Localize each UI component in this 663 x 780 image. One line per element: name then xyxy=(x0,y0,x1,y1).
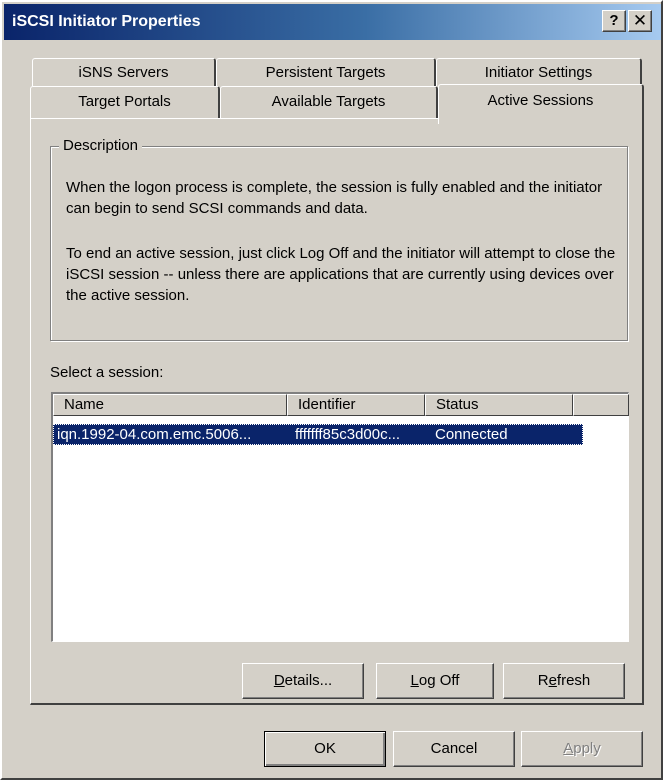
window-title: iSCSI Initiator Properties xyxy=(12,13,201,30)
tab-persistent-targets[interactable]: Persistent Targets xyxy=(216,58,436,86)
description-group: Description When the logon process is co… xyxy=(50,137,628,341)
tab-label: iSNS Servers xyxy=(78,64,169,81)
column-header-identifier[interactable]: Identifier xyxy=(287,394,425,416)
description-legend: Description xyxy=(59,137,143,154)
column-header-status[interactable]: Status xyxy=(425,394,573,416)
close-icon: ✕ xyxy=(632,11,648,30)
iscsi-initiator-properties-dialog: iSCSI Initiator Properties ? ✕ iSNS Serv… xyxy=(0,0,663,780)
active-sessions-panel: Description When the logon process is co… xyxy=(30,118,644,705)
cancel-button[interactable]: Cancel xyxy=(393,731,515,767)
refresh-button[interactable]: Refresh xyxy=(503,663,625,699)
tab-isns-servers[interactable]: iSNS Servers xyxy=(32,58,216,86)
help-button[interactable]: ? xyxy=(602,10,626,32)
tab-initiator-settings[interactable]: Initiator Settings xyxy=(436,58,642,86)
tab-label: Active Sessions xyxy=(487,92,594,109)
tab-label: Initiator Settings xyxy=(484,64,593,81)
column-header-name[interactable]: Name xyxy=(53,394,287,416)
session-identifier: fffffff85c3d00c... xyxy=(295,426,401,443)
description-paragraph: When the logon process is complete, the … xyxy=(66,179,603,217)
title-bar[interactable]: iSCSI Initiator Properties ? ✕ xyxy=(4,4,661,40)
tab-label: Persistent Targets xyxy=(265,64,386,81)
tab-available-targets[interactable]: Available Targets xyxy=(220,86,438,118)
column-header-filler xyxy=(573,394,629,416)
session-name: iqn.1992-04.com.emc.5006... xyxy=(57,426,252,443)
help-icon: ? xyxy=(609,12,619,29)
tab-label: Available Targets xyxy=(271,93,386,110)
details-button[interactable]: Details... xyxy=(242,663,364,699)
ok-button[interactable]: OK xyxy=(264,731,386,767)
apply-button[interactable]: Apply xyxy=(521,731,643,767)
tab-active-sessions[interactable]: Active Sessions xyxy=(438,84,644,124)
description-paragraph: To end an active session, just click Log… xyxy=(66,245,616,304)
tab-target-portals[interactable]: Target Portals xyxy=(30,86,220,118)
tab-label: Target Portals xyxy=(78,93,171,110)
select-session-label: Select a session: xyxy=(50,364,164,381)
close-button[interactable]: ✕ xyxy=(628,10,652,32)
session-status: Connected xyxy=(435,426,508,443)
list-header: Name Identifier Status xyxy=(53,394,629,416)
session-row[interactable]: iqn.1992-04.com.emc.5006... fffffff85c3d… xyxy=(53,424,583,445)
session-list[interactable]: Name Identifier Status iqn.1992-04.com.e… xyxy=(51,392,629,642)
log-off-button[interactable]: Log Off xyxy=(376,663,494,699)
